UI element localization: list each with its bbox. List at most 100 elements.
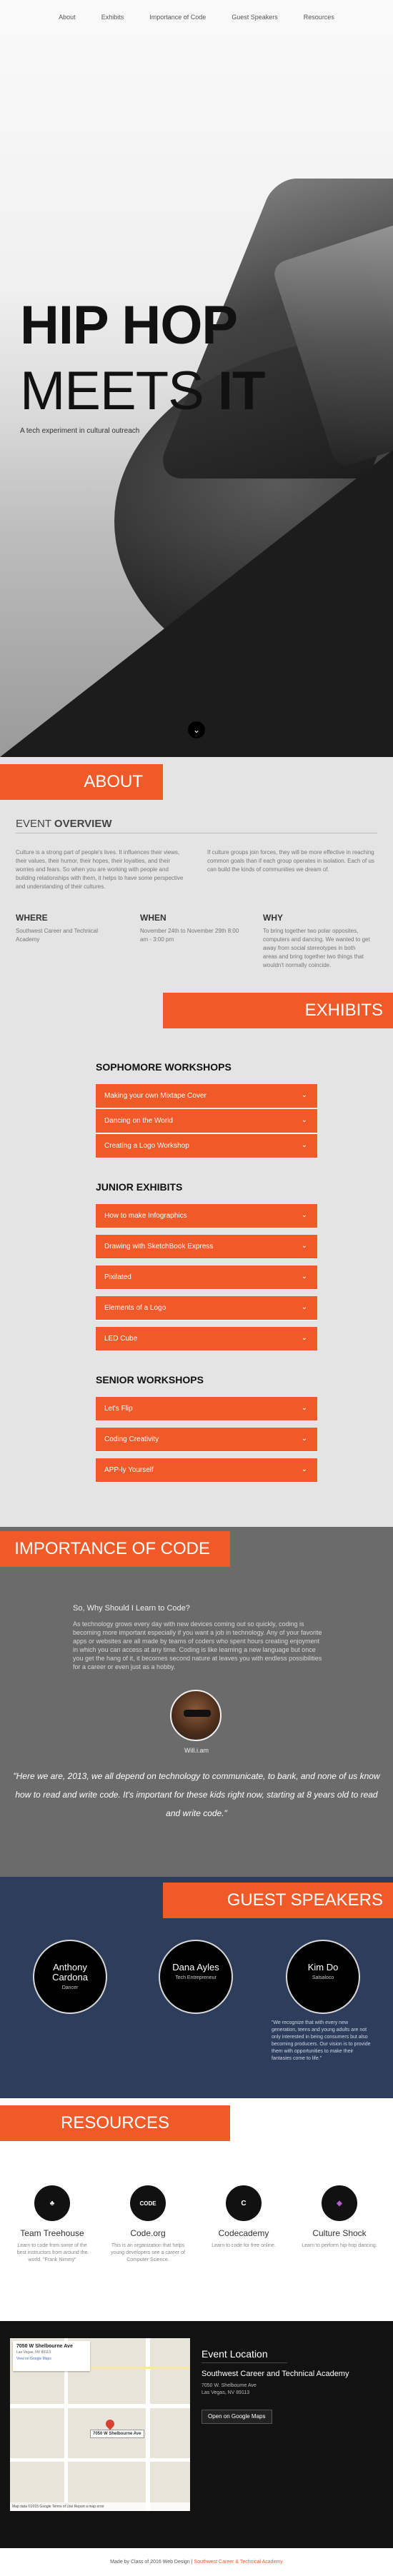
hero-section: HIP HOP MEETS IT A tech experiment in cu…: [0, 0, 393, 757]
hero-title-light: MEETS: [20, 361, 218, 421]
map-info-card: 7050 W Shelbourne Ave Las Vegas, NV 8911…: [13, 2341, 90, 2371]
exhibit-item[interactable]: LED Cube ⌄: [96, 1327, 317, 1351]
exhibit-item-label: Making your own Mixtape Cover: [104, 1092, 207, 1100]
resources-section: RESOURCES ♣ Team Treehouse Learn to code…: [0, 2098, 393, 2321]
senior-workshops-heading: SENIOR WORKSHOPS: [96, 1374, 204, 1385]
hero-title-line2: MEETS IT: [20, 361, 266, 421]
chevron-down-icon: ⌄: [301, 1404, 307, 1412]
junior-exhibits-heading: JUNIOR EXHIBITS: [96, 1181, 183, 1193]
importance-heading-bar: IMPORTANCE OF CODE: [0, 1531, 230, 1567]
resource-item[interactable]: CODE Code.org This is an organization th…: [109, 2185, 187, 2264]
map-marker-label: 7050 W Shelbourne Ave: [90, 2430, 144, 2438]
resources-heading: RESOURCES: [60, 2113, 170, 2133]
resource-name: Culture Shock: [312, 2228, 367, 2238]
exhibit-item[interactable]: Creating a Logo Workshop ⌄: [96, 1134, 317, 1158]
guests-heading: GUEST SPEAKERS: [227, 1890, 383, 1910]
address-line1: 7050 W. Shelbourne Ave: [202, 2383, 257, 2388]
about-heading: ABOUT: [84, 772, 143, 791]
about-paragraph-right: If culture groups join forces, they will…: [207, 849, 374, 873]
about-heading-bar: ABOUT: [0, 764, 163, 800]
exhibits-section: EXHIBITS SOPHOMORE WORKSHOPS Making your…: [0, 993, 393, 1527]
quote-author: Will.i.am: [184, 1747, 209, 1754]
exhibit-item[interactable]: Let's Flip ⌄: [96, 1397, 317, 1421]
importance-quote: "Here we are, 2013, we all depend on tec…: [13, 1771, 380, 1818]
google-map[interactable]: 7050 W Shelbourne Ave Las Vegas, NV 8911…: [10, 2338, 190, 2511]
speaker-card: Kim Do Salsaloco: [286, 1940, 360, 2014]
nav-item-about[interactable]: About: [59, 14, 76, 21]
treehouse-icon: ♣: [34, 2185, 70, 2221]
map-pin-icon[interactable]: [104, 2417, 116, 2430]
map-attribution: Map data ©2015 Google Terms of Use Repor…: [10, 2502, 190, 2511]
nav-item-guest-speakers[interactable]: Guest Speakers: [232, 14, 278, 21]
importance-section: IMPORTANCE OF CODE So, Why Should I Lear…: [0, 1527, 393, 1877]
map-card-title: 7050 W Shelbourne Ave: [16, 2344, 73, 2349]
map-road: [146, 2338, 150, 2511]
resource-item[interactable]: ◆ Culture Shock Learn to perform hip-hop…: [300, 2185, 379, 2250]
resource-item[interactable]: ♣ Team Treehouse Learn to code from some…: [13, 2185, 91, 2264]
guests-heading-bar: GUEST SPEAKERS: [163, 1883, 393, 1918]
exhibit-item-label: LED Cube: [104, 1335, 138, 1343]
chevron-down-icon[interactable]: ⌄: [188, 721, 205, 738]
speaker-role: Dancer: [61, 1985, 79, 1990]
event-overview-light: EVENT: [16, 818, 54, 830]
event-overview-bold: OVERVIEW: [54, 818, 112, 830]
exhibit-item-label: How to make Infographics: [104, 1212, 187, 1220]
codecademy-icon: C: [226, 2185, 262, 2221]
when-text: November 24th to November 29th 8:00 am -…: [140, 928, 239, 943]
exhibit-item-label: Dancing on the World: [104, 1117, 173, 1125]
about-section: ABOUT EVENT OVERVIEW Culture is a strong…: [0, 757, 393, 993]
exhibit-item[interactable]: Pixilated ⌄: [96, 1266, 317, 1290]
resource-item[interactable]: C Codecademy Learn to code for free onli…: [204, 2185, 283, 2250]
speaker-card: Dana Ayles Tech Entrepreneur: [159, 1940, 233, 2014]
importance-question: So, Why Should I Learn to Code?: [73, 1604, 190, 1613]
divider: [202, 2362, 287, 2363]
open-google-maps-button[interactable]: Open on Google Maps: [202, 2410, 272, 2424]
map-card-address: Las Vegas, NV 89113: [16, 2350, 51, 2355]
exhibit-item[interactable]: Elements of a Logo ⌄: [96, 1296, 317, 1320]
nav-item-importance-of-code[interactable]: Importance of Code: [149, 14, 206, 21]
chevron-down-icon: ⌄: [301, 1091, 307, 1099]
speaker-role: Tech Entrepreneur: [175, 1975, 217, 1980]
resources-heading-bar: RESOURCES: [0, 2105, 230, 2141]
map-road: [10, 2458, 190, 2462]
hero-subtitle: A tech experiment in cultural outreach: [20, 427, 140, 435]
exhibit-item-label: Elements of a Logo: [104, 1304, 166, 1312]
exhibit-item[interactable]: Making your own Mixtape Cover ⌄: [96, 1084, 317, 1108]
hero-title-bold: IT: [217, 361, 266, 421]
speaker-role: Salsaloco: [312, 1975, 334, 1980]
view-on-google-maps-link[interactable]: View on Google Maps: [16, 2357, 86, 2361]
exhibit-item-label: Coding Creativity: [104, 1435, 159, 1443]
exhibit-item[interactable]: How to make Infographics ⌄: [96, 1204, 317, 1228]
guests-quote: "We recognize that with every new genera…: [272, 2020, 371, 2061]
footer-school-link[interactable]: Southwest Career & Technical Academy: [194, 2560, 282, 2565]
resource-desc: Learn to code from some of the best inst…: [16, 2243, 88, 2262]
chevron-down-icon: ⌄: [301, 1141, 307, 1149]
nav-item-resources[interactable]: Resources: [304, 14, 334, 21]
chevron-down-icon: ⌄: [301, 1116, 307, 1124]
importance-heading: IMPORTANCE OF CODE: [14, 1539, 210, 1558]
chevron-down-icon: ⌄: [301, 1465, 307, 1473]
resource-name: Team Treehouse: [20, 2228, 84, 2238]
exhibit-item[interactable]: Coding Creativity ⌄: [96, 1428, 317, 1452]
about-paragraph-left: Culture is a strong part of people's liv…: [16, 849, 184, 890]
location-section: 7050 W Shelbourne Ave Las Vegas, NV 8911…: [0, 2321, 393, 2548]
exhibit-item[interactable]: Dancing on the World ⌄: [96, 1109, 317, 1133]
footer: Made by Class of 2016 Web Design | South…: [0, 2548, 393, 2576]
exhibit-item[interactable]: APP-ly Yourself ⌄: [96, 1458, 317, 1483]
exhibit-item-label: Drawing with SketchBook Express: [104, 1243, 214, 1251]
code-org-icon: CODE: [130, 2185, 166, 2221]
top-nav: About Exhibits Importance of Code Guest …: [0, 0, 393, 34]
resource-desc: This is an organization that helps young…: [111, 2243, 185, 2262]
exhibit-item[interactable]: Drawing with SketchBook Express ⌄: [96, 1235, 317, 1259]
exhibit-item-label: Creating a Logo Workshop: [104, 1142, 189, 1150]
resource-desc: Learn to perform hip-hop dancing.: [302, 2243, 377, 2248]
chevron-down-icon: ⌄: [301, 1435, 307, 1443]
guest-speakers-section: GUEST SPEAKERS Anthony Cardona Dancer Da…: [0, 1877, 393, 2098]
resource-desc: Learn to code for free online.: [212, 2243, 276, 2248]
hero-title-line1: HIP HOP: [20, 295, 238, 356]
sunglasses-shape: [184, 1710, 211, 1717]
nav-item-exhibits[interactable]: Exhibits: [101, 14, 124, 21]
sophomore-workshops-heading: SOPHOMORE WORKSHOPS: [96, 1061, 232, 1073]
page: HIP HOP MEETS IT A tech experiment in cu…: [0, 0, 393, 2576]
exhibit-item-label: Pixilated: [104, 1273, 131, 1281]
